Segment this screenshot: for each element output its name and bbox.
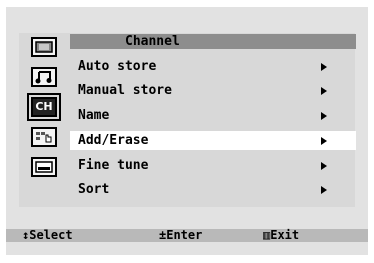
menu-item-manual-store[interactable]: Manual store bbox=[70, 81, 356, 100]
enter-hint-label: Enter bbox=[166, 228, 203, 242]
menu-item-name[interactable]: Name bbox=[70, 106, 356, 125]
menu-item-add-erase[interactable]: Add/Erase bbox=[70, 131, 356, 150]
sidebar-slot-channel[interactable]: CH bbox=[21, 92, 67, 121]
menu-item-label: Name bbox=[78, 108, 110, 123]
select-hint-label: Select bbox=[29, 228, 73, 242]
submenu-arrow-icon bbox=[321, 137, 327, 145]
submenu-arrow-icon bbox=[321, 112, 327, 120]
select-hint: ↕Select bbox=[22, 229, 73, 242]
submenu-arrow-icon bbox=[321, 63, 327, 71]
menu-item-label: Add/Erase bbox=[78, 133, 149, 148]
category-icon-column: CH bbox=[20, 33, 68, 205]
enter-hint: ±Enter bbox=[159, 229, 202, 242]
menu-header: Channel bbox=[70, 34, 356, 49]
tv-picture-icon bbox=[31, 36, 57, 57]
input-icon bbox=[31, 156, 57, 177]
channel-icon-label: CH bbox=[35, 100, 53, 113]
sound-icon bbox=[31, 66, 57, 87]
exit-hint-label: Exit bbox=[270, 228, 300, 242]
setup-icon bbox=[31, 126, 57, 147]
menu-item-auto-store[interactable]: Auto store bbox=[70, 57, 356, 76]
menu-item-label: Fine tune bbox=[78, 158, 149, 173]
menu-item-label: Manual store bbox=[78, 83, 172, 98]
sidebar-slot-input[interactable] bbox=[21, 153, 67, 180]
menu-title: Channel bbox=[125, 34, 180, 49]
sidebar-slot-picture[interactable] bbox=[21, 33, 67, 60]
submenu-arrow-icon bbox=[321, 162, 327, 170]
sidebar-slot-setup[interactable] bbox=[21, 123, 67, 150]
menu-item-label: Auto store bbox=[78, 59, 157, 74]
menu-item-sort[interactable]: Sort bbox=[70, 180, 356, 199]
submenu-arrow-icon bbox=[321, 87, 327, 95]
sidebar-slot-sound[interactable] bbox=[21, 63, 67, 90]
channel-icon: CH bbox=[27, 92, 61, 121]
exit-hint: ▥Exit bbox=[263, 229, 299, 242]
control-hint-bar: ↕Select ±Enter ▥Exit bbox=[6, 229, 368, 242]
menu-item-label: Sort bbox=[78, 182, 110, 197]
submenu-arrow-icon bbox=[321, 186, 327, 194]
menu-item-fine-tune[interactable]: Fine tune bbox=[70, 156, 356, 175]
